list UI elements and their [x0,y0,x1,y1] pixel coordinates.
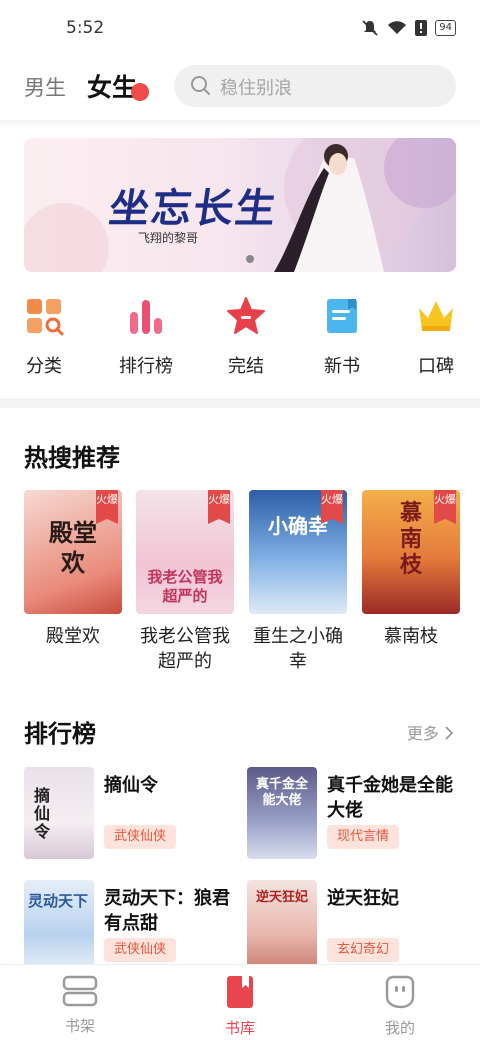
category-label: 新书 [324,356,360,377]
book-cover: 小确幸 火爆 [249,490,347,614]
hot-book-card[interactable]: 慕南枝 火爆 慕南枝 [362,490,460,649]
banner-subtitle: 飞翔的黎哥 [138,231,199,245]
rank-list-item[interactable]: 灵动天下 灵动天下：狼君有点甜 武侠仙侠 [24,880,240,972]
mute-bell-icon [362,20,378,36]
book-title: 慕南枝 [384,626,438,647]
category-label: 分类 [26,356,62,377]
nav-label: 书库 [224,1019,255,1037]
book-cover: 灵动天下 [24,880,94,972]
book-title: 我老公管我超严的 [140,626,230,672]
search-placeholder: 稳住别浪 [220,78,292,99]
category-reputation[interactable]: 口碑 [396,296,476,378]
nav-bookshelf[interactable]: 书架 [40,975,120,1036]
tab-male[interactable]: 男生 [24,72,66,102]
genre-tag: 玄幻奇幻 [327,938,400,962]
nav-label: 书架 [64,1017,95,1035]
search-input[interactable]: 稳住别浪 [174,65,456,107]
cover-title: 逆天狂妃 [255,890,308,905]
promo-banner[interactable]: 坐忘长生 飞翔的黎哥 [24,138,456,272]
header: 男生 女生 稳住别浪 [0,56,480,118]
chevron-right-icon [445,726,454,740]
battery-indicator: 94 [435,20,456,36]
section-divider [0,398,480,408]
book-title: 真千金她是全能大佬 [327,775,453,821]
category-ranking[interactable]: 排行榜 [106,296,186,378]
nav-profile[interactable]: 我的 [360,975,440,1038]
book-icon [327,299,357,333]
profile-icon [385,975,415,1009]
genre-tag: 武侠仙侠 [104,938,177,962]
book-cover: 殿堂欢 火爆 [24,490,122,614]
book-cover: 慕南枝 火爆 [362,490,460,614]
nav-label: 我的 [384,1019,415,1037]
hot-book-card[interactable]: 殿堂欢 火爆 殿堂欢 [24,490,122,649]
hot-book-card[interactable]: 我老公管我超严的 火爆 我老公管我超严的 [136,490,234,674]
more-label: 更多 [406,724,439,743]
category-classify[interactable]: 分类 [4,296,84,378]
more-link[interactable]: 更多 [407,720,454,744]
book-title: 重生之小确幸 [253,626,343,672]
book-title: 灵动天下：狼君有点甜 [104,888,230,934]
grid-search-icon [27,299,64,336]
book-cover: 逆天狂妃 [247,880,317,972]
bar-chart-icon [130,300,162,334]
status-icons: 94 [361,19,456,37]
bookmark-book-icon [227,976,253,1008]
header-divider [0,120,480,128]
active-tab-dot [131,83,149,101]
category-new-books[interactable]: 新书 [302,296,382,378]
book-cover: 我老公管我超严的 火爆 [136,490,234,614]
category-label: 完结 [228,356,264,377]
genre-tag: 现代言情 [327,825,400,849]
rank-list-item[interactable]: 摘仙令 摘仙令 武侠仙侠 [24,767,240,859]
status-bar: 5:52 94 [0,0,480,56]
category-completed[interactable]: 完结 [206,296,286,378]
cover-title: 灵动天下 [28,892,89,910]
banner-title: 坐忘长生 [106,185,281,232]
book-cover: 真千金全能大佬 [247,767,317,859]
category-label: 排行榜 [119,356,173,377]
book-title: 摘仙令 [104,775,158,796]
star-icon [227,297,265,334]
book-cover: 摘仙令 [24,767,94,859]
rank-section-title: 排行榜 [24,720,96,748]
cover-title: 我老公管我超严的 [147,568,223,605]
category-label: 口碑 [418,356,454,377]
nav-library[interactable]: 书库 [200,975,280,1038]
category-row: 分类 排行榜 完结 新书 口碑 [0,296,480,382]
hot-badge: 火爆 [208,490,230,524]
cover-title: 真千金全能大佬 [255,777,308,808]
book-title: 逆天狂妃 [327,888,399,909]
hot-book-card[interactable]: 小确幸 火爆 重生之小确幸 [249,490,347,674]
cover-title: 慕南枝 [399,500,422,578]
tab-female[interactable]: 女生 [87,68,137,104]
cover-title: 摘仙令 [33,786,50,841]
search-icon [191,76,210,95]
hot-badge: 火爆 [434,490,456,524]
banner-page-indicator [246,255,254,263]
book-title: 殿堂欢 [46,626,100,647]
hot-section-title: 热搜推荐 [24,444,120,472]
alert-icon [415,20,428,36]
wifi-icon [388,21,407,34]
crown-icon [419,301,453,331]
rank-list-item[interactable]: 真千金全能大佬 真千金她是全能大佬 现代言情 [247,767,463,859]
rank-list-item[interactable]: 逆天狂妃 逆天狂妃 玄幻奇幻 [247,880,463,972]
bottom-nav: 书架 书库 我的 [0,964,480,1040]
cover-title: 殿堂欢 [49,518,97,577]
bookshelf-icon [62,975,98,1007]
genre-tag: 武侠仙侠 [104,825,177,849]
status-time: 5:52 [66,18,105,38]
